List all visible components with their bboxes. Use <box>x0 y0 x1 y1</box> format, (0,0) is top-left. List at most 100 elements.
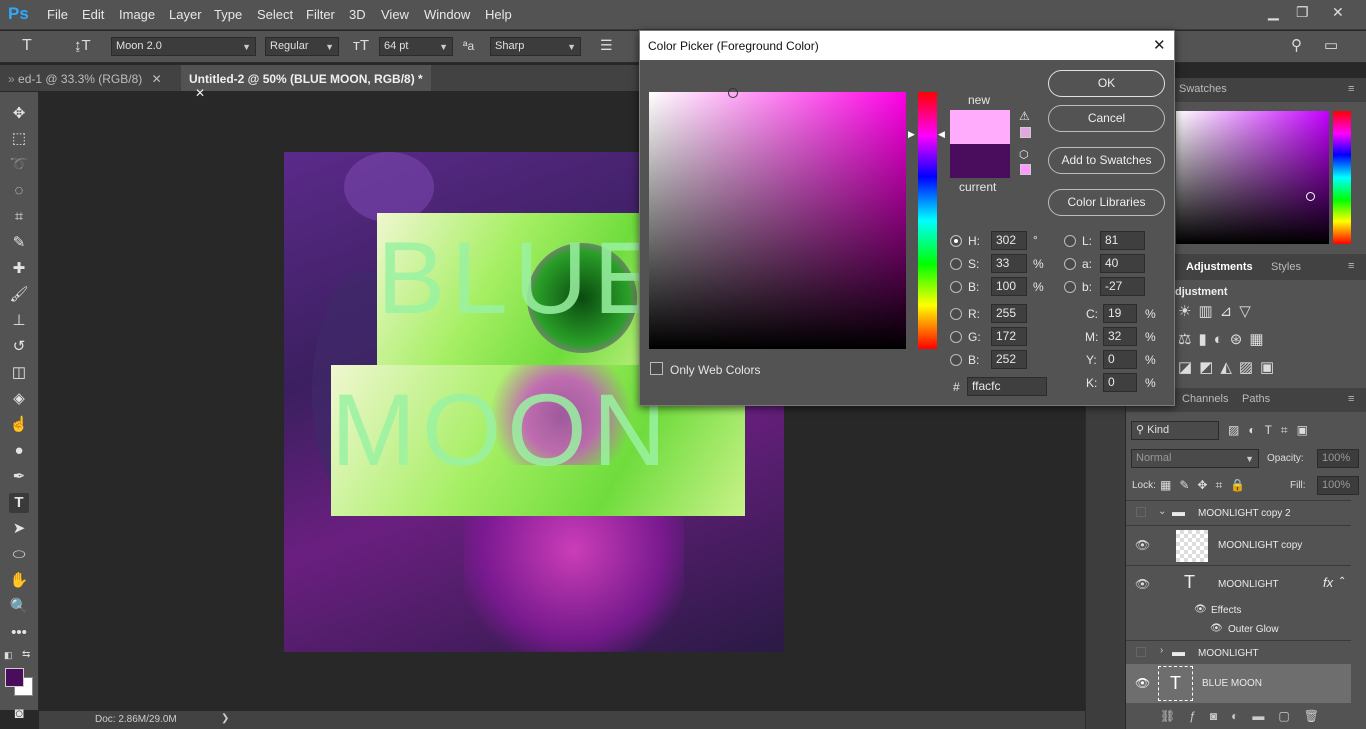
eraser-tool-icon[interactable]: ◫ <box>9 363 29 383</box>
eye-icon[interactable]: 👁 <box>1135 676 1150 690</box>
web-safe-warning-icon[interactable]: ⬡ <box>1019 148 1029 161</box>
smudge-tool-icon[interactable]: ☝ <box>9 415 29 435</box>
tab-document-2[interactable]: Untitled-2 @ 50% (BLUE MOON, RGB/8) * ✕ <box>181 65 431 100</box>
hex-field[interactable]: ffacfc <box>967 377 1047 396</box>
font-family-select[interactable]: Moon 2.0 ▼ <box>111 37 256 56</box>
effects-row[interactable]: 👁 Effects <box>1126 602 1351 620</box>
layer-row[interactable]: 👁 MOONLIGHT copy <box>1126 525 1351 565</box>
filter-icons[interactable]: ▨◐T⌗▣ <box>1228 423 1317 438</box>
antialias-select[interactable]: Sharp ▼ <box>490 37 581 56</box>
panel-menu-icon[interactable]: ≡ <box>1348 83 1354 95</box>
quick-select-tool-icon[interactable]: ◌ <box>9 181 29 201</box>
swap-colors-icon[interactable]: ⇆ <box>22 649 30 660</box>
toggle-orientation-icon[interactable]: ↨T <box>74 37 91 54</box>
eye-icon[interactable]: 👁 <box>1135 538 1150 552</box>
effect-row[interactable]: 👁 Outer Glow <box>1126 621 1351 639</box>
visibility-toggle[interactable] <box>1136 647 1146 657</box>
path-select-tool-icon[interactable]: ➤ <box>9 519 29 539</box>
hue-arrow-left-icon[interactable]: ▶ <box>908 129 915 140</box>
tab-close-icon[interactable]: ✕ <box>195 86 205 100</box>
ok-button[interactable]: OK <box>1048 70 1165 97</box>
l-radio[interactable] <box>1064 235 1076 247</box>
eye-icon[interactable]: 👁 <box>1135 577 1150 591</box>
menu-view[interactable]: View <box>381 7 409 22</box>
menu-filter[interactable]: Filter <box>306 7 335 22</box>
lab-a-field[interactable]: 40 <box>1100 254 1145 273</box>
out-of-gamut-warning-icon[interactable]: ⚠ <box>1019 109 1030 123</box>
fill-field[interactable]: 100% <box>1317 476 1359 495</box>
quick-mask-icon[interactable]: ◙ <box>9 704 29 724</box>
pen-tool-icon[interactable]: ✒ <box>9 467 29 487</box>
black-field[interactable]: 0 <box>1103 373 1137 392</box>
cancel-button[interactable]: Cancel <box>1048 105 1165 132</box>
a-radio[interactable] <box>1064 258 1076 270</box>
only-web-colors-checkbox[interactable] <box>650 362 663 375</box>
layers-footer-icons[interactable]: ⛓ƒ◙◐▬▢🗑 <box>1126 705 1366 729</box>
hand-tool-icon[interactable]: ✋ <box>9 571 29 591</box>
layer-row-selected[interactable]: 👁 T BLUE MOON <box>1126 664 1351 703</box>
menu-edit[interactable]: Edit <box>82 7 104 22</box>
menu-3d[interactable]: 3D <box>349 7 366 22</box>
tab-document-1[interactable]: » ed-1 @ 33.3% (RGB/8) ✕ <box>0 65 180 91</box>
yellow-field[interactable]: 0 <box>1103 350 1137 369</box>
type-tool-icon[interactable]: T <box>9 493 29 513</box>
panel-menu-icon[interactable]: ≡ <box>1348 393 1354 405</box>
stamp-tool-icon[interactable]: ⊥ <box>9 311 29 331</box>
saturation-radio[interactable] <box>950 258 962 270</box>
type-tool-preset-icon[interactable]: T <box>22 37 32 55</box>
panel-menu-icon[interactable]: ≡ <box>1348 260 1354 272</box>
red-radio[interactable] <box>950 308 962 320</box>
color-field-cursor[interactable] <box>728 88 738 98</box>
marquee-tool-icon[interactable]: ⬚ <box>9 129 29 149</box>
menu-window[interactable]: Window <box>424 7 470 22</box>
restore-icon[interactable]: ❐ <box>1296 4 1309 21</box>
web-safe-color-swatch[interactable] <box>1020 164 1031 175</box>
workspace-icon[interactable]: ▭ <box>1324 36 1338 54</box>
lasso-tool-icon[interactable]: ➰ <box>9 155 29 175</box>
menu-help[interactable]: Help <box>485 7 512 22</box>
default-colors-icon[interactable]: ◧ <box>4 650 13 661</box>
hue-field[interactable]: 302 <box>991 231 1027 250</box>
status-menu-icon[interactable]: ❯ <box>221 713 229 724</box>
menu-file[interactable]: File <box>47 7 68 22</box>
lab-l-field[interactable]: 81 <box>1100 231 1145 250</box>
tab-adjustments[interactable]: Adjustments <box>1186 261 1253 273</box>
tab-paths[interactable]: Paths <box>1242 393 1270 405</box>
filter-kind-select[interactable]: ⚲ Kind <box>1131 421 1219 440</box>
chevron-right-icon[interactable]: › <box>1160 645 1163 656</box>
adjustment-icons-row2[interactable]: ⚖▮◐⊛▦ <box>1178 330 1271 348</box>
tab-styles[interactable]: Styles <box>1271 261 1301 273</box>
menu-type[interactable]: Type <box>214 7 242 22</box>
chevron-down-icon[interactable]: ⌄ <box>1158 506 1166 517</box>
add-to-swatches-button[interactable]: Add to Swatches <box>1048 147 1165 174</box>
eye-icon[interactable]: 👁 <box>1194 604 1207 615</box>
magenta-field[interactable]: 32 <box>1103 327 1137 346</box>
saturation-field[interactable]: 33 <box>991 254 1027 273</box>
brightness-field[interactable]: 100 <box>991 277 1027 296</box>
green-radio[interactable] <box>950 331 962 343</box>
zoom-tool-icon[interactable]: 🔍 <box>9 597 29 617</box>
crop-tool-icon[interactable]: ⌗ <box>9 207 29 227</box>
canvas-text-line1[interactable]: BLUE <box>377 220 666 337</box>
blue-radio[interactable] <box>950 354 962 366</box>
adjustment-icons-row1[interactable]: ☀▥⊿▽ <box>1178 302 1258 320</box>
tab-swatches[interactable]: Swatches <box>1179 83 1227 95</box>
color-field[interactable] <box>649 92 906 349</box>
chevron-up-icon[interactable]: ⌃ <box>1338 576 1346 587</box>
eye-icon[interactable]: 👁 <box>1210 623 1223 634</box>
dodge-tool-icon[interactable]: ● <box>9 441 29 461</box>
canvas-text-line2[interactable]: MOON <box>331 372 672 489</box>
brightness-radio[interactable] <box>950 281 962 293</box>
lab-b-field[interactable]: -27 <box>1100 277 1145 296</box>
paint-bucket-tool-icon[interactable]: ◈ <box>9 389 29 409</box>
tab-close-icon[interactable]: ✕ <box>152 72 162 86</box>
move-tool-icon[interactable]: ✥ <box>9 104 29 124</box>
gamut-color-swatch[interactable] <box>1020 127 1031 138</box>
layer-row[interactable]: › ▬ MOONLIGHT <box>1126 640 1351 664</box>
foreground-color-swatch[interactable] <box>5 668 24 687</box>
search-icon[interactable]: ⚲ <box>1291 36 1302 54</box>
menu-image[interactable]: Image <box>119 7 155 22</box>
minimize-icon[interactable]: ▁ <box>1268 4 1279 21</box>
current-color-swatch[interactable] <box>950 144 1010 178</box>
more-tools-icon[interactable]: ••• <box>9 623 29 643</box>
